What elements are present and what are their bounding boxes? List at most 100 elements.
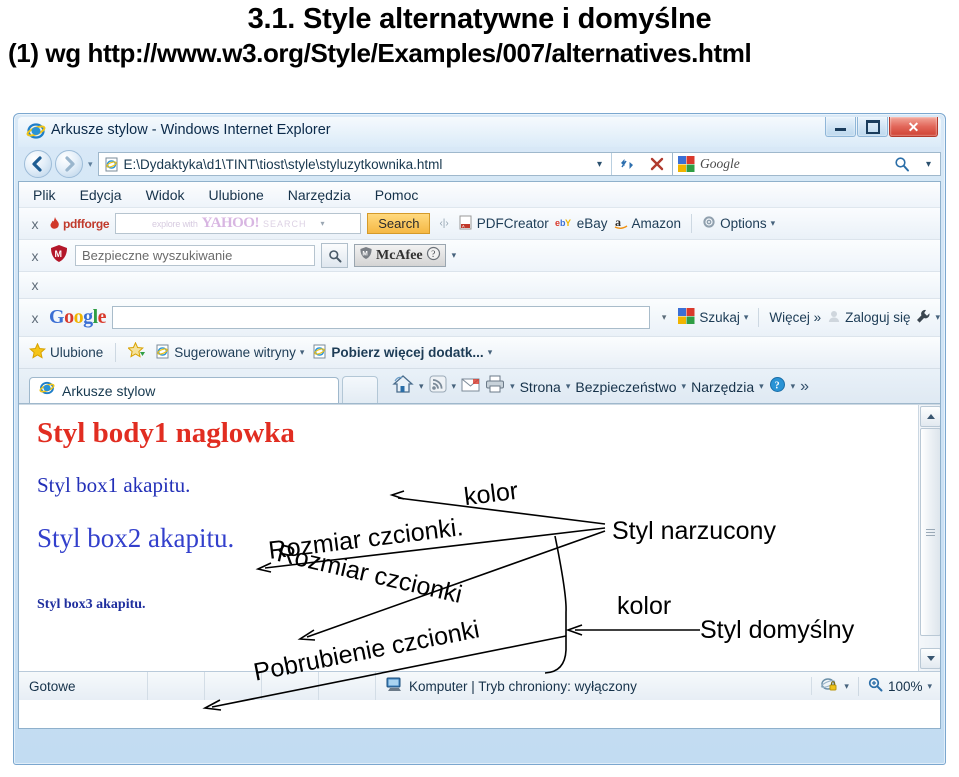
- chevron-down-icon[interactable]: ▾: [935, 312, 940, 323]
- google-wordmark: Google: [49, 306, 107, 328]
- get-more-addons-button[interactable]: Pobierz więcej dodatk... ▾: [312, 344, 492, 362]
- szukaj-label: Szukaj: [699, 310, 740, 325]
- mcafee-search-input[interactable]: Bezpieczne wyszukiwanie: [75, 245, 315, 266]
- status-spacer-3: [262, 672, 319, 700]
- help-icon[interactable]: ?: [426, 246, 441, 266]
- add-to-favorites-icon[interactable]: [127, 341, 147, 363]
- chevron-down-icon[interactable]: ▾: [320, 219, 324, 228]
- chevron-down-icon[interactable]: ▾: [300, 347, 305, 358]
- chevron-down-icon[interactable]: ▾: [682, 381, 687, 392]
- page-subtitle: (1) wg http://www.w3.org/Style/Examples/…: [8, 38, 752, 68]
- ebay-button[interactable]: ebY eBay: [555, 216, 608, 232]
- chevron-down-icon[interactable]: ▾: [510, 381, 515, 392]
- search-provider-dropdown-icon[interactable]: ▾: [917, 159, 940, 170]
- chevron-down-icon[interactable]: ▾: [452, 250, 457, 261]
- chevron-down-icon[interactable]: ▾: [744, 312, 749, 323]
- forward-button[interactable]: [55, 150, 83, 178]
- browser-search-box[interactable]: Google ▾: [673, 152, 941, 176]
- new-tab-button[interactable]: [342, 376, 378, 403]
- feeds-button[interactable]: [429, 375, 447, 398]
- zoom-level[interactable]: 100%: [888, 679, 923, 694]
- chevron-down-icon[interactable]: ▾: [488, 347, 493, 358]
- mcafee-brand-badge[interactable]: M McAfee ?: [354, 244, 446, 267]
- back-button[interactable]: [24, 150, 52, 178]
- menu-item-narzedzia[interactable]: Narzędzia: [288, 187, 351, 203]
- google-signin-button[interactable]: Zaloguj się: [827, 309, 910, 326]
- google-wiecej-button[interactable]: Więcej »: [769, 310, 821, 325]
- mcafee-search-button[interactable]: [321, 243, 348, 268]
- chevron-down-icon[interactable]: ▾: [771, 218, 776, 229]
- gear-icon: [702, 215, 716, 232]
- page-paragraph-2: Styl box2 akapitu.: [37, 523, 235, 553]
- help-button[interactable]: ?: [769, 376, 786, 398]
- suggested-sites-button[interactable]: Sugerowane witryny ▾: [155, 344, 304, 362]
- stop-button[interactable]: [642, 152, 672, 176]
- scroll-down-button[interactable]: [920, 648, 940, 669]
- search-input[interactable]: Google: [700, 156, 887, 172]
- zoom-icon[interactable]: [868, 677, 883, 695]
- amazon-button[interactable]: a Amazon: [614, 215, 681, 232]
- google-settings-button[interactable]: ▾: [916, 309, 940, 327]
- menu-item-plik[interactable]: Plik: [33, 187, 56, 203]
- favorites-button[interactable]: Ulubione: [29, 342, 103, 362]
- chevron-down-icon[interactable]: ▾: [759, 381, 764, 392]
- menu-item-edycja[interactable]: Edycja: [80, 187, 122, 203]
- refresh-button[interactable]: [612, 152, 642, 176]
- command-bezpieczenstwo[interactable]: Bezpieczeństwo: [575, 379, 676, 395]
- close-button[interactable]: ✕: [889, 117, 938, 137]
- page-heading: Styl body1 naglowka: [37, 417, 295, 449]
- chevron-down-icon[interactable]: ▾: [566, 381, 571, 392]
- close-toolbar-icon[interactable]: x: [27, 277, 43, 293]
- menu-item-pomoc[interactable]: Pomoc: [375, 187, 419, 203]
- maximize-button[interactable]: [857, 117, 888, 137]
- ebay-icon: ebY: [555, 216, 573, 232]
- close-toolbar-icon[interactable]: x: [27, 310, 43, 326]
- yahoo-search-input[interactable]: explore with YAHOO! SEARCH ▾: [115, 213, 362, 234]
- yahoo-search-button[interactable]: Search: [367, 213, 431, 234]
- home-button[interactable]: [392, 374, 414, 399]
- protected-mode-icon[interactable]: [820, 677, 839, 696]
- mcafee-search-placeholder: Bezpieczne wyszukiwanie: [82, 248, 233, 263]
- chevron-down-icon[interactable]: ▾: [452, 381, 457, 392]
- menu-bar: Plik Edycja Widok Ulubione Narzędzia Pom…: [19, 182, 940, 208]
- close-toolbar-icon[interactable]: x: [27, 216, 43, 232]
- command-overflow[interactable]: »: [800, 378, 809, 396]
- address-bar[interactable]: E:\Dydaktyka\d1\TINT\tiost\style\styluzy…: [97, 152, 673, 176]
- minimize-button[interactable]: [825, 117, 856, 137]
- menu-item-widok[interactable]: Widok: [146, 187, 185, 203]
- google-search-input[interactable]: [112, 306, 650, 329]
- menu-item-ulubione[interactable]: Ulubione: [209, 187, 264, 203]
- address-dropdown-icon[interactable]: ▾: [588, 159, 611, 170]
- search-icon[interactable]: [887, 152, 917, 176]
- pdfcreator-label: PDFCreator: [476, 216, 549, 231]
- chevron-down-icon[interactable]: ▾: [662, 312, 667, 323]
- pdfcreator-button[interactable]: A PDFCreator: [458, 215, 549, 233]
- scroll-up-button[interactable]: [920, 406, 940, 427]
- tab-arkusze-stylow[interactable]: Arkusze stylow: [29, 377, 339, 403]
- command-strona[interactable]: Strona: [520, 379, 561, 395]
- history-dropdown-icon[interactable]: ▾: [88, 159, 93, 170]
- google-icon: [678, 308, 695, 327]
- ie-small-icon: [39, 380, 55, 401]
- vertical-scrollbar[interactable]: [918, 405, 940, 671]
- scrollbar-thumb[interactable]: [920, 428, 940, 636]
- security-zone[interactable]: Komputer | Tryb chroniony: wyłączony: [376, 677, 813, 695]
- close-toolbar-icon[interactable]: x: [27, 248, 43, 264]
- mail-button[interactable]: [461, 377, 480, 397]
- chevron-down-icon[interactable]: ▾: [844, 681, 849, 692]
- page-title: 3.1. Style alternatywne i domyślne: [247, 3, 712, 35]
- toolbar-grip[interactable]: ‹|›: [436, 218, 451, 229]
- browser-chrome-inner: Plik Edycja Widok Ulubione Narzędzia Pom…: [18, 181, 941, 729]
- chevron-down-icon[interactable]: ▾: [419, 381, 424, 392]
- address-input[interactable]: E:\Dydaktyka\d1\TINT\tiost\style\styluzy…: [124, 157, 588, 172]
- command-narzedzia[interactable]: Narzędzia: [691, 379, 754, 395]
- zoom-controls[interactable]: ▾ 100% ▾: [812, 676, 940, 696]
- google-szukaj-button[interactable]: Szukaj ▾: [678, 308, 748, 327]
- chevron-down-icon[interactable]: ▾: [791, 381, 796, 392]
- status-spacer-2: [205, 672, 262, 700]
- options-button[interactable]: Options ▾: [702, 215, 775, 232]
- print-button[interactable]: [485, 375, 505, 398]
- chevron-down-icon[interactable]: ▾: [927, 681, 932, 692]
- command-bar: ▾ ▾ ▾ Strona ▾ Bezpieczeństwo ▾ Narzędzi…: [392, 374, 809, 403]
- status-spacer-1: [148, 672, 205, 700]
